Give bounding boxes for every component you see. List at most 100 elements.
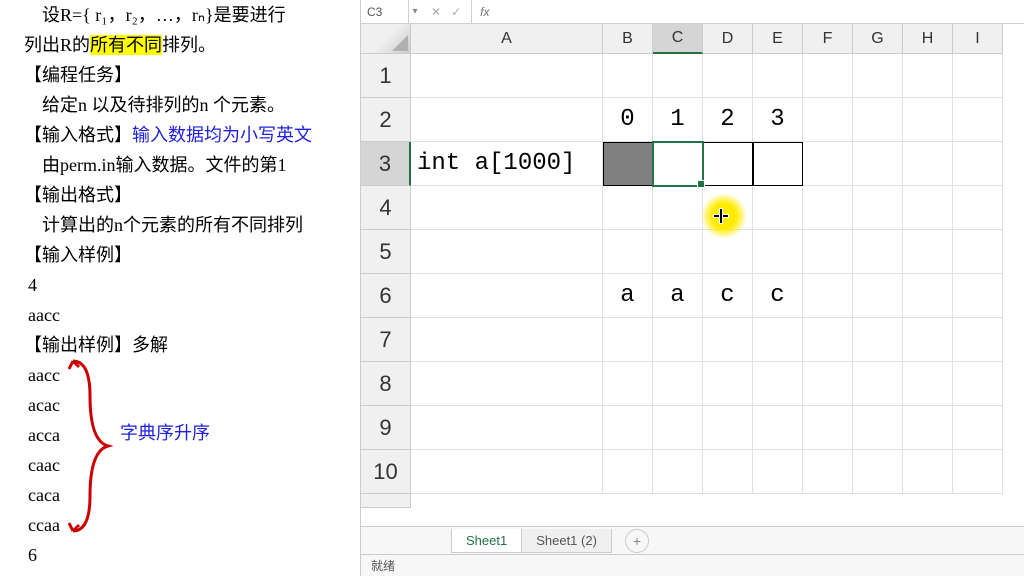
cell[interactable] <box>803 318 853 362</box>
cell[interactable] <box>703 318 753 362</box>
row-header-9[interactable]: 9 <box>361 406 411 450</box>
cell[interactable] <box>753 142 803 186</box>
cell[interactable] <box>853 406 903 450</box>
col-header-D[interactable]: D <box>703 24 753 54</box>
cell[interactable] <box>803 186 853 230</box>
row-header-6[interactable]: 6 <box>361 274 411 318</box>
row-header-10[interactable]: 10 <box>361 450 411 494</box>
cell[interactable] <box>411 230 603 274</box>
cell[interactable] <box>753 406 803 450</box>
col-header-B[interactable]: B <box>603 24 653 54</box>
name-box[interactable]: C3 <box>361 0 409 23</box>
cell[interactable] <box>653 230 703 274</box>
cell[interactable]: c <box>753 274 803 318</box>
cell[interactable] <box>853 274 903 318</box>
col-header-H[interactable]: H <box>903 24 953 54</box>
cell[interactable] <box>953 186 1003 230</box>
cell[interactable] <box>603 54 653 98</box>
cell[interactable] <box>953 318 1003 362</box>
cell[interactable] <box>653 54 703 98</box>
cell[interactable] <box>753 450 803 494</box>
cell[interactable] <box>953 450 1003 494</box>
cell[interactable] <box>411 362 603 406</box>
namebox-dropdown-icon[interactable]: ▾ <box>409 6 421 17</box>
cell[interactable] <box>753 186 803 230</box>
col-header-E[interactable]: E <box>753 24 803 54</box>
cell[interactable] <box>853 186 903 230</box>
col-header-A[interactable]: A <box>411 24 603 54</box>
cell[interactable] <box>803 98 853 142</box>
cell[interactable] <box>853 230 903 274</box>
cell[interactable] <box>803 362 853 406</box>
cell[interactable] <box>411 274 603 318</box>
enter-icon[interactable]: ✓ <box>451 5 461 19</box>
cell[interactable] <box>653 406 703 450</box>
cell[interactable] <box>853 98 903 142</box>
col-header-F[interactable]: F <box>803 24 853 54</box>
cell[interactable] <box>653 318 703 362</box>
cell[interactable] <box>411 54 603 98</box>
cell[interactable] <box>853 142 903 186</box>
cell[interactable] <box>411 450 603 494</box>
cell[interactable] <box>411 318 603 362</box>
cell[interactable] <box>953 274 1003 318</box>
cell[interactable] <box>411 98 603 142</box>
cell[interactable] <box>853 54 903 98</box>
cancel-icon[interactable]: ✕ <box>431 5 441 19</box>
cell[interactable] <box>753 318 803 362</box>
cell[interactable] <box>953 362 1003 406</box>
cell[interactable] <box>853 450 903 494</box>
cell[interactable] <box>953 230 1003 274</box>
cell[interactable] <box>703 450 753 494</box>
cell[interactable] <box>903 274 953 318</box>
cell[interactable] <box>603 406 653 450</box>
cell[interactable]: c <box>703 274 753 318</box>
cell[interactable] <box>953 54 1003 98</box>
row-header-2[interactable]: 2 <box>361 98 411 142</box>
row-header-1[interactable]: 1 <box>361 54 411 98</box>
active-cell[interactable] <box>653 142 703 186</box>
cell[interactable] <box>703 186 753 230</box>
cell[interactable] <box>853 362 903 406</box>
col-header-C[interactable]: C <box>653 24 703 54</box>
cell[interactable] <box>603 318 653 362</box>
cell[interactable] <box>603 142 653 186</box>
cell[interactable] <box>903 54 953 98</box>
cell[interactable] <box>653 450 703 494</box>
cell[interactable]: a <box>603 274 653 318</box>
row-header-8[interactable]: 8 <box>361 362 411 406</box>
cell[interactable] <box>603 186 653 230</box>
cell[interactable] <box>603 450 653 494</box>
cell[interactable] <box>411 186 603 230</box>
cell[interactable] <box>411 406 603 450</box>
cell[interactable] <box>703 54 753 98</box>
cell[interactable] <box>703 142 753 186</box>
cell[interactable] <box>953 98 1003 142</box>
cell[interactable] <box>953 406 1003 450</box>
cell[interactable] <box>903 230 953 274</box>
cell[interactable]: 2 <box>703 98 753 142</box>
select-all-button[interactable] <box>361 24 411 54</box>
sheet-tab-2[interactable]: Sheet1 (2) <box>521 529 612 553</box>
cell[interactable] <box>903 98 953 142</box>
cell[interactable] <box>753 362 803 406</box>
row-header-4[interactable]: 4 <box>361 186 411 230</box>
row-header-5[interactable]: 5 <box>361 230 411 274</box>
cell[interactable] <box>803 450 853 494</box>
add-sheet-button[interactable]: + <box>625 529 649 553</box>
cell[interactable] <box>903 186 953 230</box>
cell[interactable] <box>603 230 653 274</box>
cell[interactable]: int a[1000] <box>411 142 603 186</box>
cell[interactable] <box>903 318 953 362</box>
sheet-tab-1[interactable]: Sheet1 <box>451 529 522 553</box>
cell[interactable] <box>753 54 803 98</box>
cell[interactable] <box>953 142 1003 186</box>
cell[interactable]: 3 <box>753 98 803 142</box>
cell[interactable] <box>703 406 753 450</box>
cell[interactable]: 1 <box>653 98 703 142</box>
cell[interactable] <box>853 318 903 362</box>
row-header-7[interactable]: 7 <box>361 318 411 362</box>
col-header-G[interactable]: G <box>853 24 903 54</box>
cell[interactable] <box>603 362 653 406</box>
cell[interactable] <box>653 362 703 406</box>
